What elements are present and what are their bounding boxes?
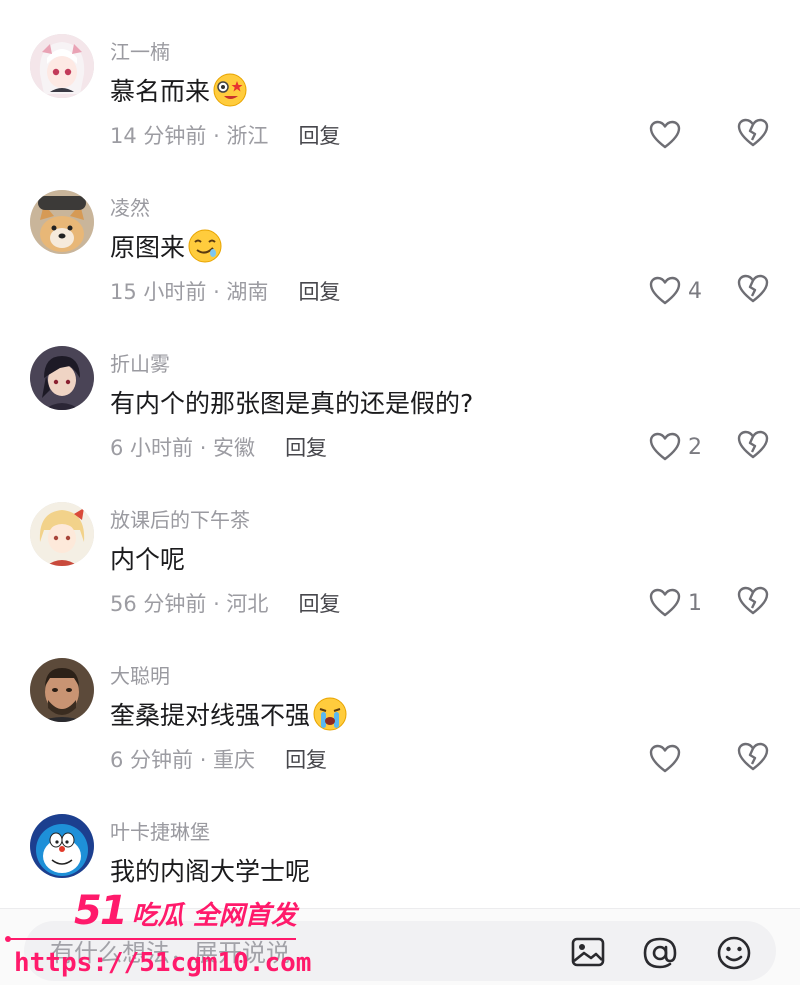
- comment-meta: 15 小时前 · 湖南 回复: [110, 276, 340, 306]
- comment-meta: 6 分钟前 · 重庆 回复: [110, 744, 327, 774]
- like-count: 2: [688, 434, 702, 460]
- like-button[interactable]: [648, 116, 688, 154]
- avatar[interactable]: [30, 658, 94, 722]
- avatar[interactable]: [30, 502, 94, 566]
- comment-username[interactable]: 凌然: [110, 192, 150, 221]
- avatar[interactable]: [30, 814, 94, 878]
- like-button[interactable]: [648, 740, 688, 778]
- reply-button[interactable]: 回复: [285, 744, 327, 774]
- comment-time-location: 56 分钟前 · 河北: [110, 592, 269, 616]
- reply-button[interactable]: 回复: [298, 120, 340, 150]
- comment-username[interactable]: 折山雾: [110, 348, 170, 377]
- heart-icon: [649, 588, 681, 617]
- reply-button[interactable]: 回复: [298, 588, 340, 618]
- comment-text: 原图来: [110, 233, 186, 262]
- reply-button[interactable]: 回复: [298, 276, 340, 306]
- comment-input-bar: 有什么想法，展开说说: [0, 908, 800, 985]
- avatar[interactable]: [30, 346, 94, 410]
- comment-text: 奎桑提对线强不强: [110, 701, 311, 730]
- comment-username[interactable]: 江一楠: [110, 36, 170, 65]
- comment-username[interactable]: 放课后的下午茶: [110, 504, 250, 533]
- heart-icon: [649, 276, 681, 305]
- dislike-button[interactable]: [736, 116, 774, 154]
- reply-button[interactable]: 回复: [285, 432, 327, 462]
- comment-time-location: 14 分钟前 · 浙江: [110, 124, 269, 148]
- comment-text: 我的内阁大学士呢: [110, 857, 311, 886]
- broken-heart-icon: [737, 742, 769, 771]
- like-button[interactable]: 4: [648, 272, 702, 310]
- avatar[interactable]: [30, 34, 94, 98]
- comment-meta: 6 小时前 · 安徽 回复: [110, 432, 327, 462]
- comment-text-row: 内个呢: [110, 540, 185, 576]
- comment-meta: 14 分钟前 · 浙江 回复: [110, 120, 340, 150]
- dislike-button[interactable]: [736, 428, 774, 466]
- comment-input-placeholder[interactable]: 有什么想法，展开说说: [50, 933, 290, 968]
- drool-emoji: [188, 229, 222, 263]
- dislike-button[interactable]: [736, 584, 774, 622]
- smile-icon: [717, 936, 751, 970]
- comment-time-location: 6 分钟前 · 重庆: [110, 748, 256, 772]
- image-button[interactable]: [568, 933, 608, 973]
- comment-item: 凌然 原图来 15 小时前 · 湖南 回复 4: [0, 190, 800, 346]
- comment-username[interactable]: 大聪明: [110, 660, 170, 689]
- like-count: 4: [688, 278, 702, 304]
- like-count: 1: [688, 590, 702, 616]
- comment-item: 江一楠 慕名而来 14 分钟前 · 浙江 回复: [0, 34, 800, 190]
- dislike-button[interactable]: [736, 740, 774, 778]
- like-button[interactable]: 2: [648, 428, 702, 466]
- comment-text-row: 原图来: [110, 228, 223, 264]
- star-eyes-emoji: [213, 73, 247, 107]
- dislike-button[interactable]: [736, 272, 774, 310]
- broken-heart-icon: [737, 118, 769, 147]
- comment-text-row: 奎桑提对线强不强: [110, 696, 348, 732]
- comment-item: 折山雾 有内个的那张图是真的还是假的? 6 小时前 · 安徽 回复 2: [0, 346, 800, 502]
- broken-heart-icon: [737, 586, 769, 615]
- comment-item: 叶卡捷琳堡 我的内阁大学士呢: [0, 814, 800, 908]
- crying-emoji: [313, 697, 347, 731]
- comment-item: 放课后的下午茶 内个呢 56 分钟前 · 河北 回复 1: [0, 502, 800, 658]
- image-icon: [571, 937, 605, 967]
- at-icon: [643, 937, 677, 969]
- avatar[interactable]: [30, 190, 94, 254]
- broken-heart-icon: [737, 274, 769, 303]
- emoji-button[interactable]: [714, 933, 754, 973]
- comment-time-location: 6 小时前 · 安徽: [110, 436, 256, 460]
- comment-text: 慕名而来: [110, 77, 211, 106]
- comment-text: 有内个的那张图是真的还是假的?: [110, 389, 474, 418]
- mention-button[interactable]: [640, 933, 680, 973]
- comment-text: 内个呢: [110, 545, 186, 574]
- comment-item: 大聪明 奎桑提对线强不强 6 分钟前 · 重庆 回复: [0, 658, 800, 814]
- heart-icon: [649, 120, 681, 149]
- heart-icon: [649, 432, 681, 461]
- comment-meta: 56 分钟前 · 河北 回复: [110, 588, 340, 618]
- comment-username[interactable]: 叶卡捷琳堡: [110, 816, 210, 845]
- like-button[interactable]: 1: [648, 584, 702, 622]
- broken-heart-icon: [737, 430, 769, 459]
- comment-text-row: 有内个的那张图是真的还是假的?: [110, 384, 473, 420]
- comment-text-row: 我的内阁大学士呢: [110, 852, 310, 888]
- comment-time-location: 15 小时前 · 湖南: [110, 280, 269, 304]
- comment-text-row: 慕名而来: [110, 72, 248, 108]
- heart-icon: [649, 744, 681, 773]
